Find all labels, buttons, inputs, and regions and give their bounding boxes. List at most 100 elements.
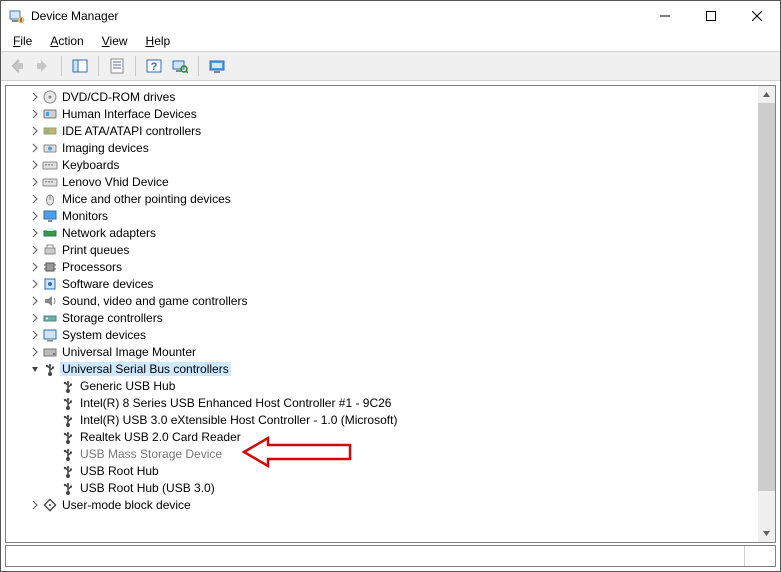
scroll-up-button[interactable]	[758, 86, 775, 103]
toolbar-separator	[61, 56, 62, 76]
scroll-thumb[interactable]	[758, 103, 775, 491]
expander-none	[46, 413, 60, 427]
expander-closed-icon[interactable]	[28, 226, 42, 240]
menu-file[interactable]: File	[7, 32, 38, 50]
properties-button[interactable]	[105, 55, 129, 77]
tree-node[interactable]: Lenovo Vhid Device	[10, 173, 758, 190]
tree-node[interactable]: Universal Image Mounter	[10, 343, 758, 360]
tree-node-label: Sound, video and game controllers	[60, 294, 249, 308]
expander-closed-icon[interactable]	[28, 277, 42, 291]
menu-view[interactable]: View	[96, 32, 134, 50]
expander-closed-icon[interactable]	[28, 124, 42, 138]
expander-none	[46, 430, 60, 444]
menu-action[interactable]: Action	[44, 32, 89, 50]
tree-node[interactable]: Network adapters	[10, 224, 758, 241]
tree-node-label: Software devices	[60, 277, 155, 291]
expander-closed-icon[interactable]	[28, 107, 42, 121]
toolbar: ?	[1, 51, 780, 81]
maximize-button[interactable]	[688, 1, 734, 31]
tree-node-label: Monitors	[60, 209, 110, 223]
tree-node-label: Storage controllers	[60, 311, 165, 325]
network-icon	[42, 225, 58, 241]
tree-node[interactable]: User-mode block device	[10, 496, 758, 513]
usb-icon	[60, 480, 76, 496]
expander-closed-icon[interactable]	[28, 498, 42, 512]
scan-hardware-button[interactable]	[168, 55, 192, 77]
tree-node[interactable]: USB Mass Storage Device	[10, 445, 758, 462]
usb-icon	[60, 395, 76, 411]
expander-closed-icon[interactable]	[28, 328, 42, 342]
tree-node[interactable]: Intel(R) 8 Series USB Enhanced Host Cont…	[10, 394, 758, 411]
tree-node-label: Keyboards	[60, 158, 121, 172]
storage-icon	[42, 310, 58, 326]
tree-node-label: USB Root Hub	[78, 464, 161, 478]
tree-node-label: Generic USB Hub	[78, 379, 177, 393]
tree-node[interactable]: Keyboards	[10, 156, 758, 173]
expander-closed-icon[interactable]	[28, 243, 42, 257]
expander-closed-icon[interactable]	[28, 294, 42, 308]
help-button[interactable]: ?	[142, 55, 166, 77]
expander-closed-icon[interactable]	[28, 141, 42, 155]
monitor-icon	[42, 208, 58, 224]
tree-node[interactable]: Imaging devices	[10, 139, 758, 156]
tree-node[interactable]: Mice and other pointing devices	[10, 190, 758, 207]
block-icon	[42, 497, 58, 513]
vertical-scrollbar[interactable]	[758, 86, 775, 542]
tree-node[interactable]: Intel(R) USB 3.0 eXtensible Host Control…	[10, 411, 758, 428]
tree-node[interactable]: DVD/CD-ROM drives	[10, 88, 758, 105]
usb-icon	[60, 378, 76, 394]
ide-icon	[42, 123, 58, 139]
menu-help[interactable]: Help	[140, 32, 177, 50]
minimize-button[interactable]	[642, 1, 688, 31]
status-cell	[745, 546, 775, 566]
expander-closed-icon[interactable]	[28, 209, 42, 223]
tree-node-label: Intel(R) USB 3.0 eXtensible Host Control…	[78, 413, 399, 427]
tree-node[interactable]: Print queues	[10, 241, 758, 258]
tree-node[interactable]: Generic USB Hub	[10, 377, 758, 394]
device-manager-window: Device Manager File Action View Help	[0, 0, 781, 572]
tree-node[interactable]: USB Root Hub	[10, 462, 758, 479]
expander-closed-icon[interactable]	[28, 90, 42, 104]
tree-node[interactable]: System devices	[10, 326, 758, 343]
tree-node[interactable]: Realtek USB 2.0 Card Reader	[10, 428, 758, 445]
usb-icon	[60, 429, 76, 445]
window-controls	[642, 1, 780, 31]
tree-node-label: Network adapters	[60, 226, 158, 240]
tree-node[interactable]: Sound, video and game controllers	[10, 292, 758, 309]
expander-closed-icon[interactable]	[28, 260, 42, 274]
usb-icon	[60, 446, 76, 462]
forward-button[interactable]	[31, 55, 55, 77]
tree-node[interactable]: IDE ATA/ATAPI controllers	[10, 122, 758, 139]
mouse-icon	[42, 191, 58, 207]
view-devices-button[interactable]	[205, 55, 229, 77]
expander-open-icon[interactable]	[28, 362, 42, 376]
scroll-track[interactable]	[758, 103, 775, 525]
tree-node[interactable]: Monitors	[10, 207, 758, 224]
console-tree-button[interactable]	[68, 55, 92, 77]
expander-closed-icon[interactable]	[28, 158, 42, 172]
svg-text:?: ?	[151, 61, 158, 73]
tree-node[interactable]: Human Interface Devices	[10, 105, 758, 122]
tree-node[interactable]: Storage controllers	[10, 309, 758, 326]
toolbar-separator	[135, 56, 136, 76]
expander-closed-icon[interactable]	[28, 311, 42, 325]
expander-closed-icon[interactable]	[28, 175, 42, 189]
back-button[interactable]	[5, 55, 29, 77]
expander-closed-icon[interactable]	[28, 345, 42, 359]
tree-node-label: User-mode block device	[60, 498, 193, 512]
tree-container: DVD/CD-ROM drivesHuman Interface Devices…	[5, 85, 776, 543]
tree-node[interactable]: Software devices	[10, 275, 758, 292]
tree-node-label: Universal Serial Bus controllers	[60, 362, 231, 376]
tree-node[interactable]: USB Root Hub (USB 3.0)	[10, 479, 758, 496]
software-icon	[42, 276, 58, 292]
status-cell	[6, 546, 745, 566]
window-title: Device Manager	[31, 9, 118, 23]
scroll-down-button[interactable]	[758, 525, 775, 542]
app-icon	[9, 8, 25, 24]
close-button[interactable]	[734, 1, 780, 31]
device-tree[interactable]: DVD/CD-ROM drivesHuman Interface Devices…	[10, 88, 758, 513]
tree-node-label: Print queues	[60, 243, 131, 257]
tree-node[interactable]: Processors	[10, 258, 758, 275]
expander-closed-icon[interactable]	[28, 192, 42, 206]
tree-node[interactable]: Universal Serial Bus controllers	[10, 360, 758, 377]
